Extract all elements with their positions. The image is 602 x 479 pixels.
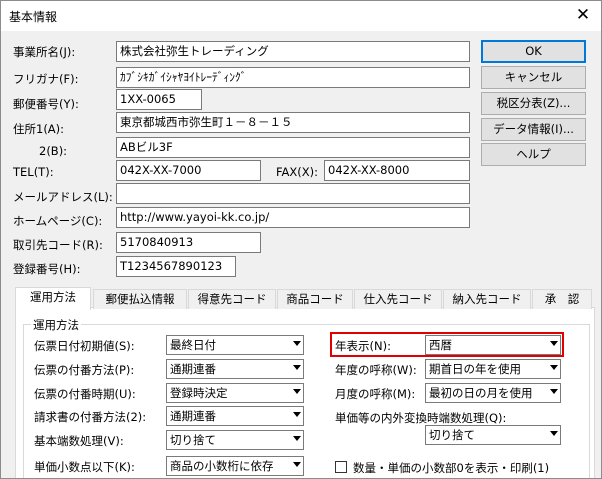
rounding-label: 基本端数処理(V): (34, 434, 124, 448)
window-title: 基本情報 (9, 10, 58, 24)
invoice-numbering-select[interactable]: 通期連番 (166, 406, 304, 426)
homepage-label: ホームページ(C): (13, 214, 103, 228)
chevron-down-icon (293, 341, 301, 346)
fiscal-year-name-select[interactable]: 期首日の年を使用 (425, 359, 561, 379)
conversion-rounding-select[interactable]: 切り捨て (425, 425, 561, 445)
company-name-label: 事業所名(J): (13, 45, 76, 59)
unit-price-decimal-label: 単価小数点以下(K): (34, 460, 135, 474)
chevron-down-icon (293, 462, 301, 467)
conversion-rounding-value: 切り捨て (429, 428, 475, 442)
zero-decimal-checkbox[interactable] (335, 461, 347, 473)
tab-supplier-code[interactable]: 仕入先コード (354, 289, 442, 309)
invoice-numbering-value: 通期連番 (170, 409, 216, 423)
zero-decimal-label: 数量・単価の小数部0を表示・印刷(1) (353, 461, 550, 475)
client-code-label: 取引先コード(R): (13, 238, 103, 252)
unit-price-decimal-select[interactable]: 商品の小数桁に依存 (166, 456, 304, 476)
unit-price-decimal-value: 商品の小数桁に依存 (170, 459, 274, 473)
chevron-down-icon (293, 389, 301, 394)
numbering-timing-select[interactable]: 登録時決定 (166, 383, 304, 403)
ok-button[interactable]: OK (481, 40, 586, 63)
invoice-numbering-label: 請求書の付番方法(2): (34, 410, 147, 424)
numbering-timing-label: 伝票の付番時期(U): (34, 387, 136, 401)
slip-date-value: 最終日付 (170, 338, 216, 352)
title-bar: 基本情報 ✕ (1, 1, 601, 31)
tel-label: TEL(T): (13, 165, 54, 179)
homepage-input[interactable]: http://www.yayoi-kk.co.jp/ (116, 207, 470, 228)
year-display-value: 西暦 (429, 338, 452, 352)
kana-label: フリガナ(F): (13, 72, 79, 86)
tab-operation[interactable]: 運用方法 (15, 287, 91, 310)
rounding-select[interactable]: 切り捨て (166, 430, 304, 450)
chevron-down-icon (293, 436, 301, 441)
close-icon[interactable]: ✕ (573, 5, 593, 25)
tab-postal-transfer[interactable]: 郵便払込情報 (93, 289, 187, 309)
kana-input[interactable]: ｶﾌﾞｼｷｶﾞｲｼｬﾔﾖｲﾄﾚｰﾃﾞｨﾝｸﾞ (116, 67, 470, 88)
zip-input[interactable]: 1XX-0065 (116, 89, 202, 110)
numbering-method-value: 通期連番 (170, 362, 216, 376)
address2-label: 2(B): (39, 144, 68, 158)
cancel-button[interactable]: キャンセル (481, 66, 586, 89)
registration-number-label: 登録番号(H): (13, 262, 81, 276)
numbering-method-select[interactable]: 通期連番 (166, 359, 304, 379)
zip-label: 郵便番号(Y): (13, 97, 79, 111)
numbering-method-label: 伝票の付番方法(P): (34, 363, 135, 377)
tax-table-button[interactable]: 税区分表(Z)... (481, 92, 586, 115)
chevron-down-icon (550, 389, 558, 394)
tab-approval[interactable]: 承 認 (532, 289, 592, 309)
mail-input[interactable] (116, 183, 470, 204)
slip-date-label: 伝票日付初期値(S): (34, 339, 135, 353)
fax-label: FAX(X): (276, 165, 319, 179)
fax-input[interactable]: 042X-XX-8000 (324, 160, 470, 181)
chevron-down-icon (293, 412, 301, 417)
month-name-value: 最初の日の月を使用 (429, 386, 533, 400)
address1-input[interactable]: 東京都城西市弥生町１－８－１５ (116, 112, 470, 133)
chevron-down-icon (550, 341, 558, 346)
year-display-select[interactable]: 西暦 (425, 335, 561, 355)
client-code-input[interactable]: 5170840913 (116, 232, 261, 253)
basic-info-dialog: 基本情報 ✕ 事業所名(J): 株式会社弥生トレーディング フリガナ(F): ｶ… (0, 0, 602, 479)
chevron-down-icon (293, 365, 301, 370)
rounding-value: 切り捨て (170, 433, 216, 447)
chevron-down-icon (550, 431, 558, 436)
operation-group-label: 運用方法 (31, 317, 81, 333)
help-button[interactable]: ヘルプ (481, 143, 586, 166)
month-name-select[interactable]: 最初の日の月を使用 (425, 383, 561, 403)
mail-label: メールアドレス(L): (13, 190, 113, 204)
numbering-timing-value: 登録時決定 (170, 386, 228, 400)
fiscal-year-name-value: 期首日の年を使用 (429, 362, 521, 376)
conversion-rounding-label: 単価等の内外変換時端数処理(Q): (335, 411, 507, 425)
address2-input[interactable]: ABビル3F (116, 137, 470, 158)
registration-number-input[interactable]: T1234567890123 (116, 256, 236, 277)
month-name-label: 月度の呼称(M): (335, 387, 416, 401)
data-info-button[interactable]: データ情報(I)... (481, 118, 586, 141)
tel-input[interactable]: 042X-XX-7000 (116, 160, 261, 181)
chevron-down-icon (550, 365, 558, 370)
tab-customer-code[interactable]: 得意先コード (188, 289, 276, 309)
company-name-input[interactable]: 株式会社弥生トレーディング (116, 41, 470, 62)
year-display-label: 年表示(N): (335, 339, 391, 353)
tab-product-code[interactable]: 商品コード (277, 289, 353, 309)
slip-date-select[interactable]: 最終日付 (166, 335, 304, 355)
fiscal-year-name-label: 年度の呼称(W): (335, 363, 417, 377)
tab-delivery-code[interactable]: 納入先コード (443, 289, 531, 309)
address1-label: 住所1(A): (13, 122, 65, 136)
